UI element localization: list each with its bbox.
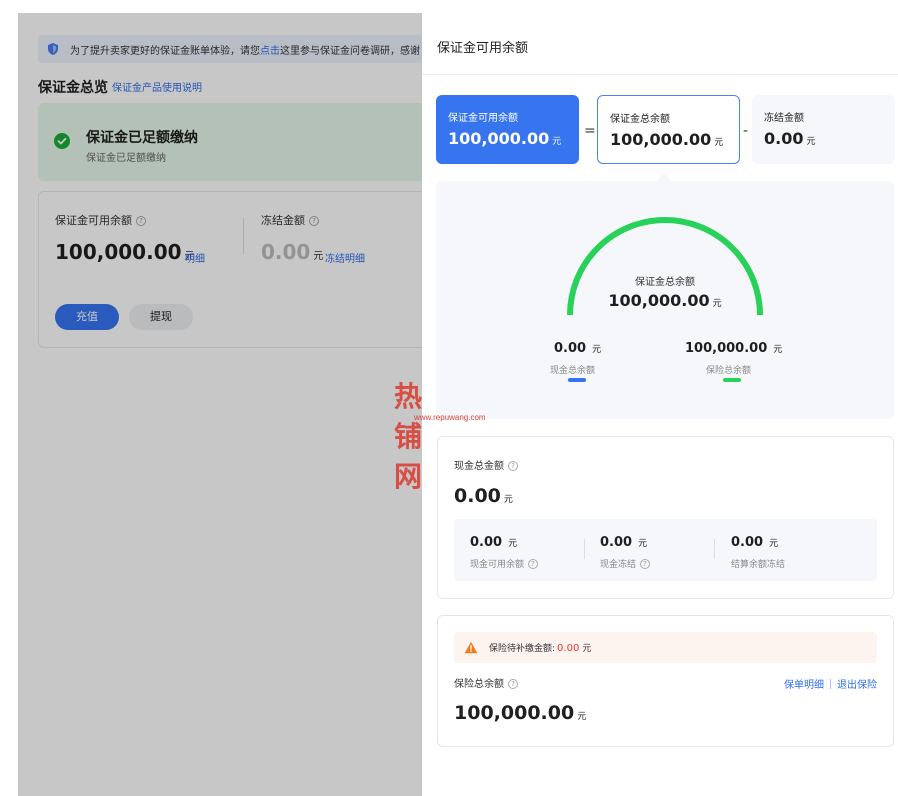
gauge-center-value: 100,000.00 元 [608,291,722,310]
cash-breakdown: 0.00 元 现金可用余额? 0.00 元 现金冻结? 0.00 元 结算余额冻结 [454,519,877,581]
insurance-warning-text: 保险待补缴金额: 0.00 元 [489,643,592,654]
gauge-cash-label: 现金总余额 [550,366,596,376]
modal-overlay[interactable] [18,13,422,796]
cash-available-value: 0.00 元 [470,535,518,550]
divider [584,539,585,559]
help-icon[interactable]: ? [508,461,518,471]
formula-available-tile: 保证金可用余额 100,000.00 元 [436,95,579,164]
cash-frozen-value: 0.00 元 [600,535,648,550]
watermark-text: 热铺网 [394,380,422,493]
formula-total-label: 保证金总余额 [610,114,670,125]
insurance-warning: 保险待补缴金额: 0.00 元 [454,632,877,663]
cash-total-label: 现金总金额? [454,457,518,472]
link-separator [830,679,831,689]
formula-total-tile[interactable]: 保证金总余额 100,000.00 元 [597,95,740,164]
cash-total-value: 0.00 元 [454,485,513,507]
insurance-card: 保险待补缴金额: 0.00 元 保险总余额? 保单明细 退出保险 100,000.00… [437,615,894,747]
gauge-panel: 保证金总余额 100,000.00 元 0.00 元 现金总余额 100,000.0… [436,181,894,419]
help-icon[interactable]: ? [508,679,518,689]
formula-frozen-tile[interactable]: 冻结金额 0.00 元 [752,95,895,164]
cash-available-label: 现金可用余额? [470,557,539,570]
insurance-links: 保单明细 退出保险 [784,676,877,691]
formula-frozen-value: 0.00 元 [764,129,816,148]
help-icon[interactable]: ? [528,559,539,569]
drawer-divider [422,74,898,75]
cash-frozen-label: 现金冻结? [600,557,651,570]
cash-legend-swatch [568,378,586,382]
equals-sign: = [584,123,596,139]
watermark-url: www.repuwang.com [414,413,486,422]
formula-frozen-label: 冻结金额 [764,113,804,124]
help-icon[interactable]: ? [640,559,651,569]
insurance-legend-swatch [723,378,741,382]
cash-card: 现金总金额? 0.00 元 0.00 元 现金可用余额? 0.00 元 现金冻结? 0… [437,436,894,599]
formula-total-value: 100,000.00 元 [610,130,724,149]
gauge-insurance-label: 保险总余额 [706,366,752,376]
balance-drawer: 保证金可用余额 保证金可用余额 100,000.00 元 = 保证金总余额 100… [422,13,898,796]
settlement-frozen-label: 结算余额冻结 [731,560,786,570]
divider [714,539,715,559]
insurance-total-label: 保险总余额? [454,675,518,690]
gauge-insurance-value: 100,000.00 元 [685,341,783,356]
gauge-cash-value: 0.00 元 [554,341,602,356]
gauge-center-label: 保证金总余额 [635,277,695,288]
minus-sign: - [743,123,749,139]
drawer-title: 保证金可用余额 [437,41,529,56]
policy-detail-link[interactable]: 保单明细 [784,680,824,691]
insurance-total-value: 100,000.00 元 [454,702,587,724]
warning-icon [464,641,478,654]
exit-insurance-link[interactable]: 退出保险 [837,680,877,691]
settlement-frozen-value: 0.00 元 [731,535,779,550]
formula-available-value: 100,000.00 元 [448,129,562,148]
formula-available-label: 保证金可用余额 [448,113,518,124]
